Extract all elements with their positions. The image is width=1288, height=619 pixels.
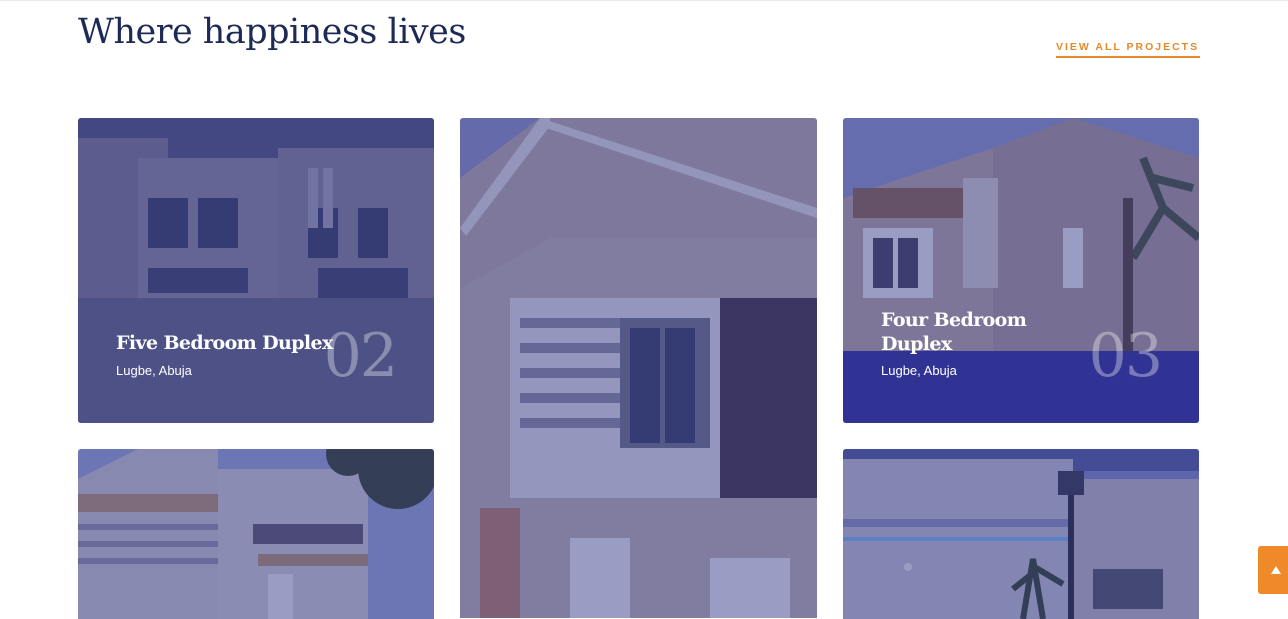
chevron-up-icon [1271,566,1281,574]
view-all-label: VIEW ALL PROJECTS [1056,41,1200,53]
card-title: Four Bedroom Duplex [881,309,1027,355]
scroll-to-top-button[interactable] [1258,546,1288,594]
project-card-four-bedroom-duplex[interactable]: Four Bedroom Duplex Lugbe, Abuja 03 [843,118,1199,423]
card-location: Lugbe, Abuja [116,363,192,378]
card-number: 02 [323,321,398,391]
top-divider [0,0,1288,1]
project-card-five-bedroom-duplex[interactable]: Five Bedroom Duplex Lugbe, Abuja 02 [78,118,434,423]
card-location: Lugbe, Abuja [881,363,957,378]
project-card-bottom-left[interactable] [78,449,434,619]
card-title: Five Bedroom Duplex [116,332,333,354]
card-overlay [460,118,817,618]
project-card-featured[interactable] [460,118,817,618]
card-number: 03 [1088,321,1163,391]
project-card-bottom-right[interactable] [843,449,1199,619]
card-overlay [843,449,1199,619]
view-all-projects-link[interactable]: VIEW ALL PROJECTS → [1056,38,1200,58]
card-overlay [78,449,434,619]
section-heading: Where happiness lives [78,12,466,52]
